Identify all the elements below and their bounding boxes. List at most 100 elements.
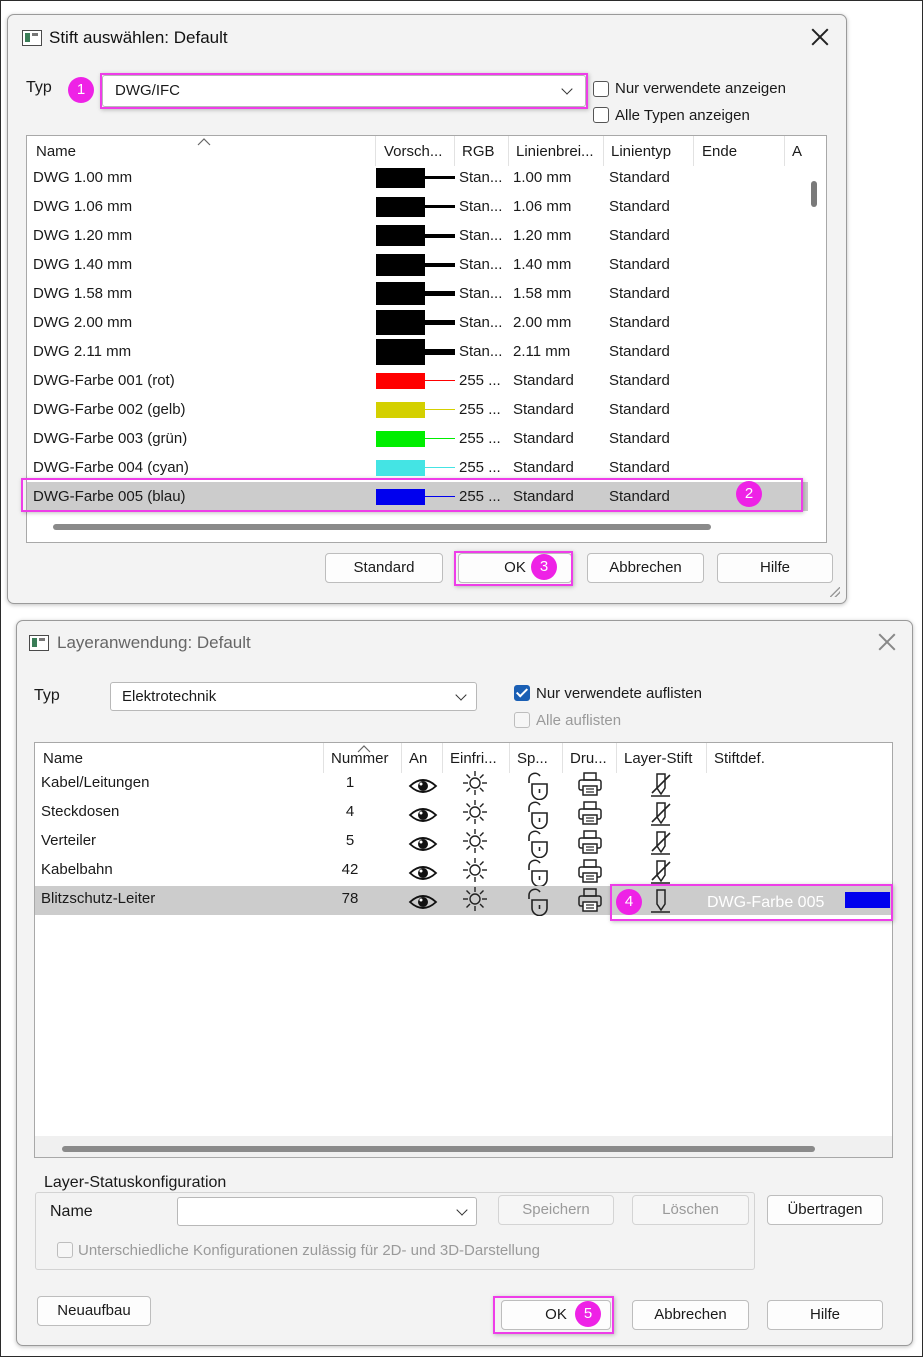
delete-button[interactable]: Löschen bbox=[632, 1195, 749, 1225]
pen-linetype: Standard bbox=[609, 169, 670, 186]
layer-name: Steckdosen bbox=[41, 803, 120, 820]
column-header-rgb[interactable]: RGB bbox=[462, 136, 495, 166]
pen-disabled-icon[interactable] bbox=[648, 829, 674, 857]
standard-button[interactable]: Standard bbox=[325, 553, 443, 583]
sun-icon[interactable] bbox=[462, 799, 488, 825]
pen-row[interactable]: DWG-Farbe 004 (cyan) 255 ... Standard Stand… bbox=[27, 453, 808, 482]
printer-icon[interactable] bbox=[576, 858, 604, 884]
pen-row[interactable]: DWG 1.00 mm Stan... 1.00 mm Standard bbox=[27, 163, 808, 192]
column-header-end[interactable]: Ende bbox=[702, 136, 737, 166]
pen-linetype: Standard bbox=[609, 401, 670, 418]
pen-rgb: Stan... bbox=[459, 198, 503, 215]
pen-list[interactable]: Name Vorsch... RGB Linienbrei... Linient… bbox=[26, 135, 827, 543]
layer-row[interactable]: Verteiler 5 bbox=[35, 828, 892, 858]
lock-icon[interactable] bbox=[523, 772, 551, 800]
pen-name: DWG-Farbe 005 (blau) bbox=[33, 488, 186, 505]
pen-row[interactable]: DWG 1.06 mm Stan... 1.06 mm Standard bbox=[27, 192, 808, 221]
pen-linetype: Standard bbox=[609, 198, 670, 215]
horizontal-scrollbar-thumb[interactable] bbox=[53, 524, 711, 530]
eye-icon[interactable] bbox=[408, 806, 438, 824]
lock-icon[interactable] bbox=[523, 859, 551, 887]
printer-icon[interactable] bbox=[576, 887, 604, 913]
layer-row[interactable]: Blitzschutz-Leiter 78 DWG-Farbe 005 bbox=[35, 886, 892, 916]
type-label: Typ bbox=[26, 79, 52, 96]
pen-linetype: Standard bbox=[609, 314, 670, 331]
pen-row[interactable]: DWG-Farbe 005 (blau) 255 ... Standard Stand… bbox=[27, 482, 808, 511]
vertical-scrollbar-thumb[interactable] bbox=[811, 181, 817, 207]
column-header-layer-pen[interactable]: Layer-Stift bbox=[624, 743, 692, 773]
only-used-checkbox[interactable] bbox=[593, 81, 609, 97]
close-icon[interactable] bbox=[876, 631, 898, 653]
sun-icon[interactable] bbox=[462, 886, 488, 912]
pen-row[interactable]: DWG 1.40 mm Stan... 1.40 mm Standard bbox=[27, 250, 808, 279]
eye-icon[interactable] bbox=[408, 777, 438, 795]
lock-icon[interactable] bbox=[523, 888, 551, 916]
pen-icon[interactable] bbox=[648, 887, 674, 915]
column-header-a[interactable]: A bbox=[792, 136, 802, 166]
resize-grip-icon[interactable] bbox=[828, 585, 842, 599]
cancel-button[interactable]: Abbrechen bbox=[587, 553, 704, 583]
pen-disabled-icon[interactable] bbox=[648, 771, 674, 799]
pen-name: DWG 1.06 mm bbox=[33, 198, 133, 215]
pen-row[interactable]: DWG-Farbe 003 (grün) 255 ... Standard Stand… bbox=[27, 424, 808, 453]
only-used-checkbox[interactable] bbox=[514, 685, 530, 701]
lock-icon[interactable] bbox=[523, 801, 551, 829]
pen-linewidth: Standard bbox=[513, 372, 574, 389]
pen-rgb: 255 ... bbox=[459, 401, 501, 418]
pen-preview-line bbox=[425, 349, 455, 355]
config-group-label: Layer-Statuskonfiguration bbox=[41, 1174, 230, 1192]
transfer-button[interactable]: Übertragen bbox=[767, 1195, 883, 1225]
config-name-combobox[interactable] bbox=[177, 1197, 477, 1226]
pen-name: DWG 1.58 mm bbox=[33, 285, 133, 302]
pen-row[interactable]: DWG 2.00 mm Stan... 2.00 mm Standard bbox=[27, 308, 808, 337]
column-header-print[interactable]: Dru... bbox=[570, 743, 607, 773]
help-button[interactable]: Hilfe bbox=[717, 553, 833, 583]
layer-row[interactable]: Kabel/Leitungen 1 bbox=[35, 770, 892, 800]
cancel-button[interactable]: Abbrechen bbox=[632, 1300, 749, 1330]
only-used-label: Nur verwendete auflisten bbox=[536, 685, 702, 702]
all-types-checkbox[interactable] bbox=[593, 107, 609, 123]
type-combobox[interactable]: Elektrotechnik bbox=[110, 682, 477, 711]
printer-icon[interactable] bbox=[576, 771, 604, 797]
type-combobox[interactable]: DWG/IFC bbox=[102, 75, 586, 107]
rebuild-button[interactable]: Neuaufbau bbox=[37, 1296, 151, 1326]
pen-row[interactable]: DWG 2.11 mm Stan... 2.11 mm Standard bbox=[27, 337, 808, 366]
pen-disabled-icon[interactable] bbox=[648, 858, 674, 886]
save-button[interactable]: Speichern bbox=[498, 1195, 614, 1225]
sun-icon[interactable] bbox=[462, 828, 488, 854]
eye-icon[interactable] bbox=[408, 864, 438, 882]
all-layers-checkbox[interactable] bbox=[514, 712, 530, 728]
config-2d3d-checkbox[interactable] bbox=[57, 1242, 73, 1258]
layer-row[interactable]: Steckdosen 4 bbox=[35, 799, 892, 829]
layer-row[interactable]: Kabelbahn 42 bbox=[35, 857, 892, 887]
pen-linewidth: 1.20 mm bbox=[513, 227, 572, 244]
column-header-preview[interactable]: Vorsch... bbox=[384, 136, 442, 166]
lock-icon[interactable] bbox=[523, 830, 551, 858]
close-icon[interactable] bbox=[809, 26, 831, 48]
printer-icon[interactable] bbox=[576, 800, 604, 826]
sun-icon[interactable] bbox=[462, 770, 488, 796]
pen-preview-line bbox=[425, 320, 455, 325]
column-header-linetype[interactable]: Linientyp bbox=[611, 136, 671, 166]
eye-icon[interactable] bbox=[408, 893, 438, 911]
column-header-pen-definition[interactable]: Stiftdef. bbox=[714, 743, 765, 773]
pen-row[interactable]: DWG 1.58 mm Stan... 1.58 mm Standard bbox=[27, 279, 808, 308]
horizontal-scrollbar-thumb[interactable] bbox=[62, 1146, 815, 1152]
help-button[interactable]: Hilfe bbox=[767, 1300, 883, 1330]
printer-icon[interactable] bbox=[576, 829, 604, 855]
sun-icon[interactable] bbox=[462, 857, 488, 883]
pen-name: DWG-Farbe 003 (grün) bbox=[33, 430, 188, 447]
type-label: Typ bbox=[34, 687, 60, 704]
column-header-name[interactable]: Name bbox=[36, 136, 76, 166]
column-header-lock[interactable]: Sp... bbox=[517, 743, 548, 773]
eye-icon[interactable] bbox=[408, 835, 438, 853]
pen-row[interactable]: DWG 1.20 mm Stan... 1.20 mm Standard bbox=[27, 221, 808, 250]
pen-disabled-icon[interactable] bbox=[648, 800, 674, 828]
column-header-on[interactable]: An bbox=[409, 743, 427, 773]
only-used-label: Nur verwendete anzeigen bbox=[615, 80, 786, 97]
column-header-linewidth[interactable]: Linienbrei... bbox=[516, 136, 594, 166]
layer-list[interactable]: Name Nummer An Einfri... Sp... Dru... La… bbox=[34, 742, 893, 1158]
column-header-freeze[interactable]: Einfri... bbox=[450, 743, 497, 773]
pen-row[interactable]: DWG-Farbe 002 (gelb) 255 ... Standard Stand… bbox=[27, 395, 808, 424]
pen-row[interactable]: DWG-Farbe 001 (rot) 255 ... Standard Standa… bbox=[27, 366, 808, 395]
